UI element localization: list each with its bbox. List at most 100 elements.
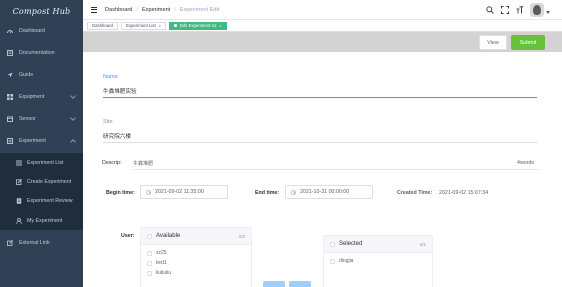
document-icon [16, 197, 22, 204]
list-item[interactable]: zz25 [141, 248, 251, 258]
avatar[interactable] [530, 3, 544, 17]
begin-time-picker[interactable]: 2021-09-02 11:35:00 [140, 185, 228, 199]
end-time-value: 2021-10-31 00:00:00 [300, 189, 350, 195]
guide-icon [7, 72, 13, 78]
submenu-item-experiment-list[interactable]: Experiment List [0, 156, 83, 169]
item-checkbox[interactable] [147, 250, 152, 256]
list-item-label: test1 [156, 260, 167, 266]
transfer-panel-selected: Selected 0/1 dingjia [323, 235, 433, 287]
select-all-checkbox[interactable] [330, 241, 335, 247]
breadcrumb: Dashboard / Experiment / Experiment Edit [105, 7, 219, 13]
description-input[interactable]: 牛粪堆肥 [133, 160, 539, 170]
equipment-icon [7, 93, 13, 100]
sidebar-item-label: Experiment [19, 137, 46, 144]
transfer-left-button[interactable] [263, 281, 285, 287]
sidebar-item-sensor[interactable]: Sensor [0, 112, 83, 125]
fullscreen-icon[interactable] [500, 6, 509, 15]
breadcrumb-item-dashboard[interactable]: Dashboard [105, 7, 132, 13]
close-icon[interactable]: × [159, 23, 161, 29]
sidebar-item-documentation[interactable]: Documentation [0, 46, 83, 59]
transfer-panel-header: Available 0/3 [141, 228, 251, 245]
dashboard-icon [7, 28, 13, 34]
view-button[interactable]: View [479, 35, 507, 50]
site-label: Site [103, 119, 113, 125]
end-time-label: End time: [255, 190, 280, 196]
word-count: 4words [517, 160, 535, 166]
sidebar-item-label: Equipment [19, 93, 45, 100]
breadcrumb-separator: / [174, 6, 176, 13]
transfer-panel-header: Selected 0/1 [324, 236, 432, 253]
submenu-item-experiment-review[interactable]: Experiment Review [0, 194, 83, 207]
list-item-label: liuliuliu [156, 270, 172, 276]
sidebar-item-label: External Link [19, 239, 50, 246]
hamburger-icon[interactable] [91, 6, 97, 13]
documentation-icon [7, 49, 13, 56]
clock-icon [291, 189, 296, 195]
item-checkbox[interactable] [147, 260, 152, 266]
select-all-checkbox[interactable] [147, 233, 152, 239]
list-item[interactable]: test1 [141, 258, 251, 268]
transfer-panel-available: Available 0/3 zz25 test1 liuliuliu [140, 227, 252, 287]
tags-view: Dashboard Experiment List × Edit Experime… [83, 20, 562, 32]
tag-experiment-list[interactable]: Experiment List × [121, 21, 166, 30]
search-icon[interactable] [485, 6, 494, 15]
sidebar-item-experiment[interactable]: Experiment [0, 134, 83, 147]
sidebar-item-guide[interactable]: Guide [0, 68, 83, 81]
transfer-panel-count: 0/1 [420, 241, 426, 247]
app-logo[interactable]: Compost Hub [0, 0, 83, 22]
navbar-right-menu [479, 3, 550, 17]
submenu-item-my-experiment[interactable]: My Experiment [0, 214, 83, 227]
sensor-icon [7, 116, 13, 122]
tag-dashboard[interactable]: Dashboard [87, 21, 119, 30]
navbar: Dashboard / Experiment / Experiment Edit [83, 0, 562, 20]
transfer-right-button[interactable] [289, 281, 311, 287]
description-label: Descrip: [102, 160, 122, 166]
chevron-down-icon [70, 93, 76, 99]
user-icon [16, 217, 22, 224]
clock-icon [146, 189, 151, 195]
sidebar-item-equipment[interactable]: Equipment [0, 90, 83, 103]
close-icon[interactable]: × [219, 23, 221, 29]
sidebar-item-label: Sensor [19, 115, 36, 122]
tag-label: Experiment List [126, 22, 156, 28]
breadcrumb-item-experiment[interactable]: Experiment [142, 7, 170, 13]
item-checkbox[interactable] [330, 258, 335, 264]
chevron-down-icon [70, 115, 76, 121]
experiment-edit-form: Name 牛粪堆肥实验 Site 研究院六楼 Descrip: 牛粪堆肥 4wo… [83, 52, 562, 287]
breadcrumb-item-current: Experiment Edit [179, 6, 220, 13]
user-label: User: [121, 233, 135, 239]
logo-text: Compost Hub [12, 6, 71, 16]
list-item[interactable]: liuliuliu [141, 268, 251, 278]
sidebar: Compost Hub Dashboard Documentation Guid… [0, 0, 83, 287]
sidebar-item-label: Dashboard [19, 27, 45, 34]
tag-edit-experiment[interactable]: Edit Experiment-11 × [169, 21, 227, 30]
name-label: Name [103, 74, 118, 80]
name-input[interactable]: 牛粪堆肥实验 [103, 87, 537, 98]
list-icon [16, 160, 22, 166]
begin-time-label: Begin time: [106, 190, 135, 196]
created-time-value: 2021-09-02 15:07:34 [439, 190, 489, 196]
begin-time-value: 2021-09-02 11:35:00 [155, 189, 204, 195]
list-item-label: zz25 [156, 250, 167, 256]
caret-down-icon[interactable] [546, 10, 550, 14]
sidebar-item-dashboard[interactable]: Dashboard [0, 24, 83, 37]
experiment-icon [7, 137, 13, 144]
transfer-panel-title: Selected [339, 241, 363, 247]
submit-button[interactable]: Submit [511, 35, 545, 50]
end-time-picker[interactable]: 2021-10-31 00:00:00 [285, 185, 373, 199]
edit-icon [16, 178, 22, 185]
tag-label: Edit Experiment-11 [180, 22, 217, 28]
transfer-panel-title: Available [156, 233, 181, 239]
site-input[interactable]: 研究院六楼 [103, 132, 537, 143]
breadcrumb-separator: / [136, 6, 138, 13]
transfer-panel-count: 0/3 [239, 233, 245, 239]
submenu-item-label: Experiment List [27, 159, 64, 166]
item-checkbox[interactable] [147, 270, 152, 276]
font-size-icon[interactable] [515, 6, 524, 15]
list-item-label: dingjia [339, 258, 354, 264]
sidebar-item-external-link[interactable]: External Link [0, 236, 83, 249]
sidebar-item-label: Guide [19, 71, 34, 78]
list-item[interactable]: dingjia [324, 256, 432, 266]
submenu-item-create-experiment[interactable]: Create Experiment [0, 175, 83, 188]
chevron-up-icon [70, 139, 76, 145]
